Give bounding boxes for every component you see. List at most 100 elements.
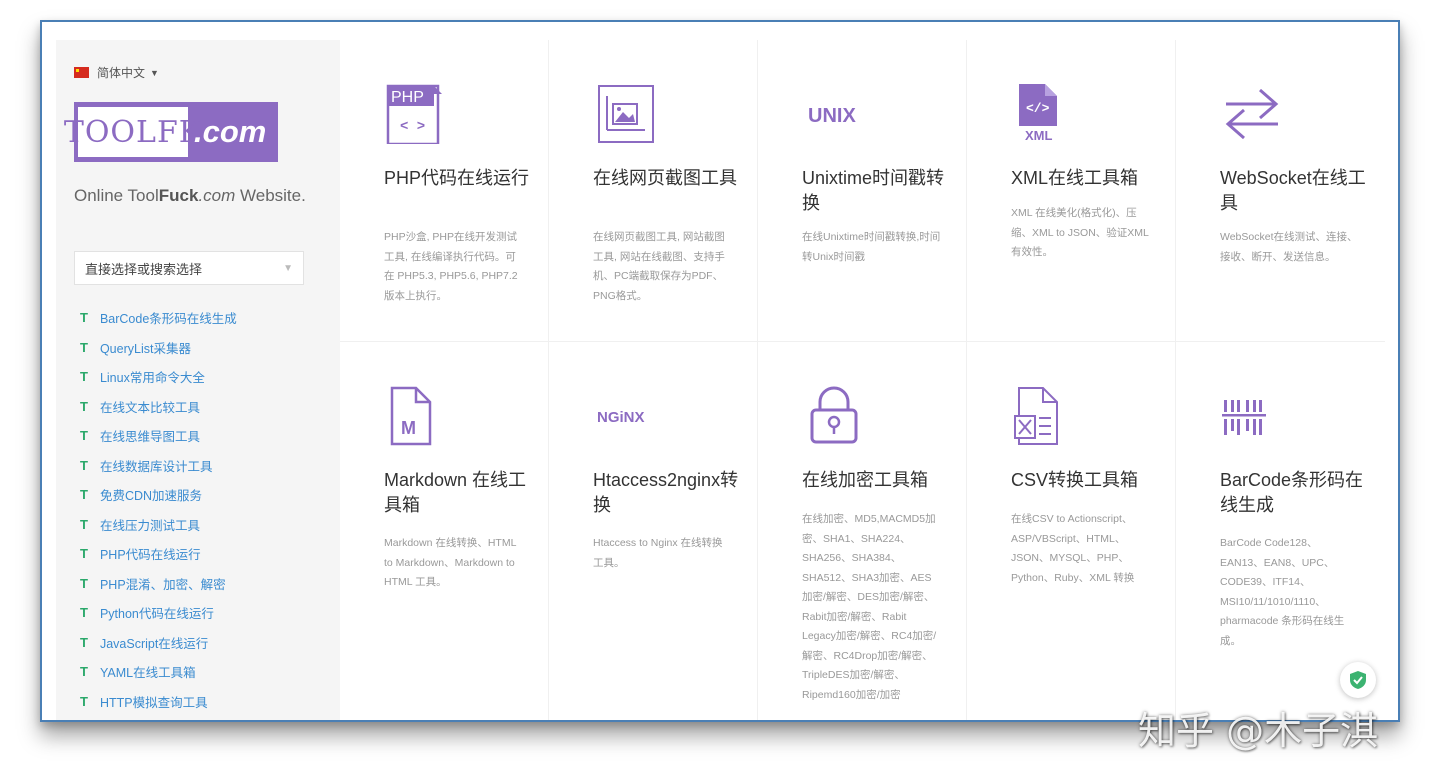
- card-description: 在线网页截图工具, 网站截图工具, 网站在线截图、支持手机、PC端截取保存为PD…: [593, 231, 725, 302]
- tool-link[interactable]: JavaScript在线运行: [100, 633, 208, 652]
- tool-link[interactable]: 免费CDN加速服务: [100, 485, 202, 504]
- tool-link[interactable]: BarCode条形码在线生成: [100, 308, 237, 327]
- xml-file-icon: </> XML: [1019, 84, 1057, 143]
- t-icon: T: [80, 428, 88, 444]
- tool-list-item[interactable]: T 在线思维导图工具: [80, 421, 237, 451]
- t-icon: T: [80, 339, 88, 355]
- xml-icon-text: XML: [1025, 128, 1053, 143]
- tagline-italic: .com: [198, 186, 236, 205]
- card-title: XML在线工具箱: [1011, 168, 1139, 188]
- tool-card-grid: PHP < > PHP代码在线运行 PHP沙盒, PHP在线开发测试工具, 在线…: [340, 40, 1385, 720]
- screenshot-icon: [598, 85, 654, 143]
- tool-link[interactable]: PHP代码在线运行: [100, 544, 201, 563]
- chevron-down-icon: ▼: [283, 262, 293, 274]
- lock-icon: [810, 386, 858, 444]
- t-icon: T: [80, 546, 88, 562]
- t-icon: T: [80, 605, 88, 621]
- t-icon: T: [80, 516, 88, 532]
- tool-card-php[interactable]: PHP < > PHP代码在线运行 PHP沙盒, PHP在线开发测试工具, 在线…: [340, 40, 549, 342]
- unix-icon-text: UNIX: [808, 105, 856, 127]
- tool-list-item[interactable]: T Python代码在线运行: [80, 598, 237, 628]
- tool-card-csv[interactable]: CSV转换工具箱 在线CSV to Actionscript、ASP/VBScr…: [967, 342, 1176, 720]
- tool-link[interactable]: 在线思维导图工具: [100, 426, 200, 445]
- card-description: 在线加密、MD5,MACMD5加密、SHA1、SHA224、SHA256、SHA…: [802, 513, 937, 701]
- tool-list-item[interactable]: T JavaScript在线运行: [80, 628, 237, 658]
- t-icon: T: [80, 398, 88, 414]
- security-shield-button[interactable]: [1340, 662, 1376, 698]
- card-description: 在线CSV to Actionscript、ASP/VBScript、HTML、…: [1011, 513, 1135, 584]
- card-description: WebSocket在线测试、连接、接收、断开、发送信息。: [1220, 231, 1358, 263]
- language-label: 简体中文: [97, 66, 146, 80]
- tool-link[interactable]: Linux常用命令大全: [100, 367, 205, 386]
- card-title: CSV转换工具箱: [1011, 470, 1139, 490]
- card-description: BarCode Code128、EAN13、EAN8、UPC、CODE39、IT…: [1220, 537, 1345, 647]
- tool-link[interactable]: QueryList采集器: [100, 338, 191, 357]
- tagline-part: Online Tool: [74, 186, 159, 205]
- tool-card-nginx[interactable]: NGiNX Htaccess2nginx转换 Htaccess to Nginx…: [549, 342, 758, 720]
- unix-icon: UNIX: [808, 105, 856, 127]
- card-title: WebSocket在线工具: [1220, 168, 1366, 213]
- tagline-bold: Fuck: [158, 186, 199, 205]
- tool-card-unixtime[interactable]: UNIX Unixtime时间戳转换 在线Unixtime时间戳转换,时间转Un…: [758, 40, 967, 342]
- barcode-icon: [1222, 400, 1266, 435]
- tool-card-screenshot[interactable]: 在线网页截图工具 在线网页截图工具, 网站截图工具, 网站在线截图、支持手机、P…: [549, 40, 758, 342]
- tool-list-item[interactable]: T 在线数据库设计工具: [80, 451, 237, 481]
- card-description: PHP沙盒, PHP在线开发测试工具, 在线编译执行代码。可在 PHP5.3, …: [384, 231, 518, 302]
- t-icon: T: [80, 369, 88, 385]
- site-logo[interactable]: TOOLFK .com: [64, 102, 278, 162]
- tool-card-xml[interactable]: </> XML XML在线工具箱 XML 在线美化(格式化)、压缩、XML to…: [967, 40, 1176, 342]
- tool-list-item[interactable]: T YAML在线工具箱: [80, 657, 237, 687]
- card-title: Htaccess2nginx转换: [593, 470, 739, 515]
- tagline-end: Website.: [235, 186, 306, 205]
- tool-link[interactable]: YAML在线工具箱: [100, 662, 196, 681]
- t-icon: T: [80, 634, 88, 650]
- tool-list-item[interactable]: T QueryList采集器: [80, 333, 237, 363]
- php-code-icon: PHP < >: [386, 84, 442, 144]
- tool-link[interactable]: 在线数据库设计工具: [100, 456, 213, 475]
- tool-list-item[interactable]: T PHP混淆、加密、解密: [80, 569, 237, 599]
- logo-wordmark: TOOLFK: [64, 107, 201, 157]
- svg-text:</>: </>: [1026, 101, 1050, 116]
- nginx-icon: NGiNX: [597, 409, 645, 426]
- card-title: 在线加密工具箱: [802, 470, 928, 490]
- tool-list-item[interactable]: T 在线文本比较工具: [80, 392, 237, 422]
- logo-domain: .com: [194, 114, 267, 149]
- zhihu-watermark: 知乎 @木子淇: [1138, 709, 1379, 753]
- tool-card-encrypt[interactable]: 在线加密工具箱 在线加密、MD5,MACMD5加密、SHA1、SHA224、SH…: [758, 342, 967, 720]
- markdown-file-icon: M: [390, 386, 432, 446]
- tool-link[interactable]: Python代码在线运行: [100, 603, 214, 622]
- tool-link[interactable]: 在线压力测试工具: [100, 515, 200, 534]
- markdown-icon-text: M: [401, 418, 416, 438]
- php-icon-text: PHP: [391, 89, 424, 106]
- websocket-arrows-icon: [1225, 88, 1279, 140]
- t-icon: T: [80, 457, 88, 473]
- caret-down-icon: ▼: [150, 67, 159, 78]
- card-description: Markdown 在线转换、HTML to Markdown、Markdown …: [384, 537, 517, 588]
- csv-file-icon: [1014, 387, 1058, 445]
- tool-link[interactable]: PHP混淆、加密、解密: [100, 574, 226, 593]
- tool-list-item[interactable]: T 在线压力测试工具: [80, 510, 237, 540]
- tool-list-item[interactable]: T Linux常用命令大全: [80, 362, 237, 392]
- sidebar: 简体中文 ▼ TOOLFK .com Online ToolFuck.com W…: [56, 40, 340, 720]
- card-description: XML 在线美化(格式化)、压缩、XML to JSON、验证XML有效性。: [1011, 207, 1149, 258]
- t-icon: T: [80, 575, 88, 591]
- tool-list-item[interactable]: T BarCode条形码在线生成: [80, 303, 237, 333]
- china-flag-icon: [74, 67, 89, 78]
- card-title: BarCode条形码在线生成: [1220, 470, 1364, 515]
- tool-search-select[interactable]: 直接选择或搜索选择 ▼: [74, 251, 304, 285]
- tool-list-item[interactable]: T PHP代码在线运行: [80, 539, 237, 569]
- tool-link[interactable]: 在线文本比较工具: [100, 397, 200, 416]
- t-icon: T: [80, 693, 88, 709]
- t-icon: T: [80, 487, 88, 503]
- card-title: PHP代码在线运行: [384, 168, 530, 188]
- tool-card-websocket[interactable]: WebSocket在线工具 WebSocket在线测试、连接、接收、断开、发送信…: [1176, 40, 1385, 342]
- language-selector[interactable]: 简体中文 ▼: [74, 64, 159, 81]
- tool-list-item[interactable]: T 免费CDN加速服务: [80, 480, 237, 510]
- card-description: 在线Unixtime时间戳转换,时间转Unix时间戳: [802, 231, 941, 263]
- tool-list-item[interactable]: T HTTP模拟查询工具: [80, 687, 237, 717]
- site-tagline: Online ToolFuck.com Website.: [74, 186, 306, 206]
- search-placeholder: 直接选择或搜索选择: [85, 261, 203, 277]
- browser-viewport: 简体中文 ▼ TOOLFK .com Online ToolFuck.com W…: [40, 20, 1400, 722]
- tool-card-markdown[interactable]: M Markdown 在线工具箱 Markdown 在线转换、HTML to M…: [340, 342, 549, 720]
- tool-link[interactable]: HTTP模拟查询工具: [100, 692, 208, 711]
